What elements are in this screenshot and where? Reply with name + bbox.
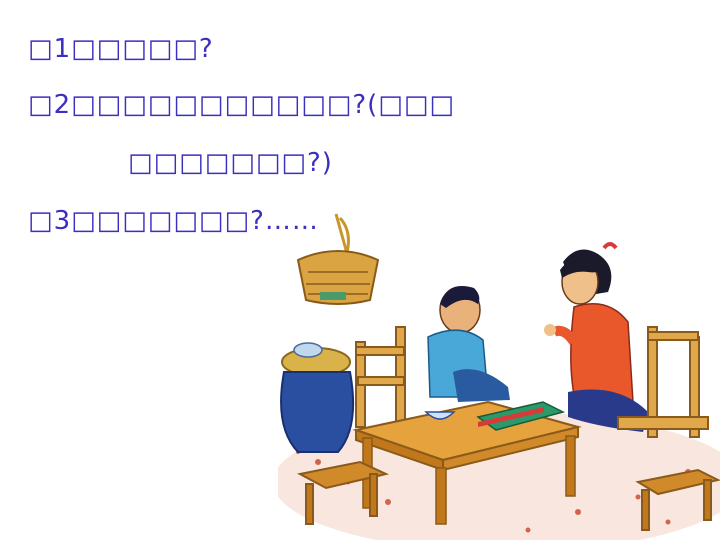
bamboo-chair-left — [355, 326, 406, 428]
blue-jar — [280, 342, 355, 453]
mother — [544, 242, 648, 432]
mother-and-son-illustration — [278, 213, 720, 540]
question-2: □2□□□□□□□□□□□?(□□□ — [28, 90, 455, 120]
question-2-continuation: □□□□□□□?) — [128, 148, 333, 178]
hanging-basket — [296, 213, 380, 305]
question-3: □3□□□□□□□?…… — [28, 206, 319, 236]
question-1: □1□□□□□? — [28, 34, 214, 64]
boy — [427, 286, 510, 402]
